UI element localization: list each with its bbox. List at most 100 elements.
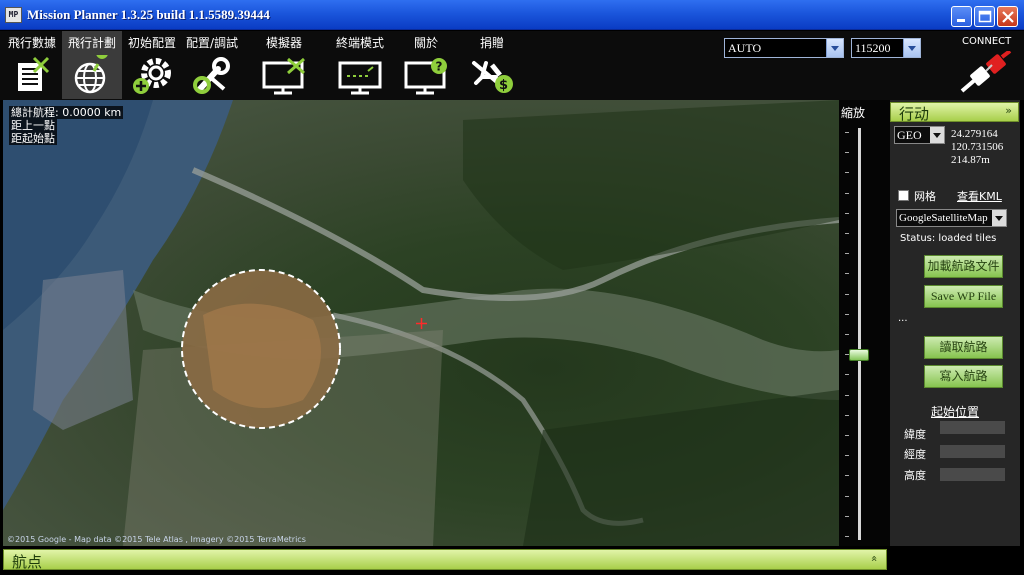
cursor-coordinates: 24.279164 120.731506 214.87m: [951, 128, 1003, 167]
zoom-tick: [845, 293, 849, 295]
zoom-tick: [845, 435, 849, 436]
waypoints-panel-header[interactable]: 航点 «: [3, 549, 887, 571]
save-wp-file-button[interactable]: Save WP File: [924, 285, 1003, 308]
menu-help[interactable]: 關於 ?: [396, 31, 456, 99]
read-wps-button[interactable]: 讀取航路: [924, 336, 1003, 359]
menu-label: 配置/調試: [185, 36, 239, 50]
connect-label: CONNECT: [962, 36, 1012, 47]
home-alt-label: 高度: [904, 469, 926, 482]
zoom-tick: [845, 515, 849, 517]
load-wp-file-button[interactable]: 加載航路文件: [924, 255, 1003, 278]
flight-data-icon: [18, 56, 50, 91]
home-distance: 距起始點: [9, 132, 57, 145]
initial-setup-icon: [133, 58, 171, 94]
home-lng-field[interactable]: [940, 445, 1005, 458]
maximize-button[interactable]: [974, 6, 995, 27]
view-kml-link[interactable]: 查看KML: [957, 188, 1002, 204]
chevron-down-icon[interactable]: [903, 39, 920, 57]
map-attribution: ©2015 Google - Map data ©2015 Tele Atlas…: [7, 535, 306, 544]
menu-label: 飛行數據: [7, 36, 56, 50]
map-provider-select[interactable]: GoogleSatelliteMap: [896, 209, 1007, 227]
maximize-icon: [978, 10, 992, 23]
menu-label: 關於: [413, 36, 438, 50]
zoom-tick: [845, 414, 849, 416]
config-tuning-icon: [193, 57, 230, 94]
zoom-tick: [845, 233, 849, 234]
zoom-slider-handle[interactable]: [849, 348, 869, 361]
port-select-value: AUTO: [728, 41, 762, 55]
action-panel-header[interactable]: 行动 »: [890, 102, 1019, 123]
menu-label: 捐贈: [479, 36, 504, 50]
home-alt-field[interactable]: [940, 468, 1005, 481]
chevron-down-icon[interactable]: [992, 210, 1006, 226]
latitude-value: 24.279164: [951, 128, 998, 140]
map-provider-value: GoogleSatelliteMap: [899, 212, 988, 224]
prev-point-distance: 距上一點: [9, 119, 57, 132]
title-bar: MP Mission Planner 1.3.25 build 1.1.5589…: [0, 0, 1024, 30]
main-toolbar: 飛行數據 飛行計劃 初始配置 配置/調試 模擬器 終端模式 關於 ? 捐贈 $ …: [0, 31, 1024, 100]
zoom-slider-track[interactable]: [858, 128, 861, 540]
zoom-panel: 縮放: [839, 100, 890, 546]
altitude-value: 214.87m: [951, 154, 990, 166]
home-lat-field[interactable]: [940, 421, 1005, 434]
map-distance-info: 總計航程: 0.0000 km 距上一點 距起始點: [9, 106, 124, 145]
menu-label: 模擬器: [265, 36, 302, 50]
menu-config-tuning[interactable]: 配置/調試: [182, 31, 242, 99]
zoom-tick: [845, 192, 849, 194]
baud-select[interactable]: 115200: [851, 38, 921, 58]
action-panel-title: 行动: [899, 105, 930, 123]
coord-system-select[interactable]: GEO: [894, 126, 945, 144]
grid-label: 网格: [914, 190, 936, 203]
zoom-tick: [845, 273, 849, 275]
menu-label: 初始配置: [127, 36, 176, 50]
minimize-icon: [957, 19, 965, 22]
menu-label: 終端模式: [335, 36, 384, 50]
menu-donate[interactable]: 捐贈 $: [462, 31, 522, 99]
zoom-tick: [845, 152, 849, 154]
flight-plan-icon: [74, 55, 108, 94]
port-select[interactable]: AUTO: [724, 38, 844, 58]
map-view[interactable]: 總計航程: 0.0000 km 距上一點 距起始點 ©2015 Google -…: [3, 100, 839, 546]
menu-label: 飛行計劃: [67, 36, 116, 50]
help-icon: ?: [404, 58, 447, 95]
close-button[interactable]: [997, 6, 1018, 27]
donate-icon: $: [472, 61, 513, 93]
crosshair-icon: [416, 318, 427, 329]
menu-flight-plan[interactable]: 飛行計劃: [62, 31, 122, 99]
longitude-value: 120.731506: [951, 141, 1004, 153]
zoom-tick: [845, 172, 849, 174]
baud-select-value: 115200: [855, 41, 891, 55]
minimize-button[interactable]: [951, 6, 972, 27]
close-icon: [1002, 11, 1014, 23]
zoom-label: 縮放: [841, 106, 866, 120]
zoom-tick: [845, 212, 849, 214]
expand-icon[interactable]: «: [868, 555, 881, 562]
zoom-tick: [845, 536, 849, 537]
write-wps-button[interactable]: 寫入航路: [924, 365, 1003, 388]
more-ellipsis[interactable]: ...: [898, 313, 908, 324]
collapse-icon[interactable]: »: [1005, 104, 1012, 117]
grid-checkbox[interactable]: [898, 190, 909, 201]
action-panel: 行动 » GEO 24.279164 120.731506 214.87m 网格…: [890, 100, 1020, 546]
total-distance: 總計航程: 0.0000 km: [9, 106, 124, 119]
menu-initial-setup[interactable]: 初始配置: [122, 31, 182, 99]
coord-system-value: GEO: [897, 128, 922, 142]
waypoints-title: 航点: [12, 553, 43, 571]
zoom-tick: [845, 374, 849, 376]
terminal-icon: [338, 61, 382, 95]
zoom-tick: [845, 455, 849, 457]
home-lng-label: 經度: [904, 448, 926, 461]
zoom-tick: [845, 132, 849, 133]
menu-terminal[interactable]: 終端模式: [330, 31, 390, 99]
chevron-down-icon[interactable]: [826, 39, 843, 57]
zoom-tick: [845, 313, 849, 315]
zoom-tick: [845, 495, 849, 497]
chevron-down-icon[interactable]: [930, 127, 944, 143]
zoom-tick: [845, 334, 849, 335]
tile-status: Status: loaded tiles: [900, 233, 997, 244]
connect-plug-icon[interactable]: [958, 51, 1014, 97]
menu-flight-data[interactable]: 飛行數據: [2, 31, 62, 99]
app-logo-icon: MP: [5, 7, 22, 23]
menu-simulation[interactable]: 模擬器: [254, 31, 314, 99]
svg-text:$: $: [499, 78, 508, 93]
